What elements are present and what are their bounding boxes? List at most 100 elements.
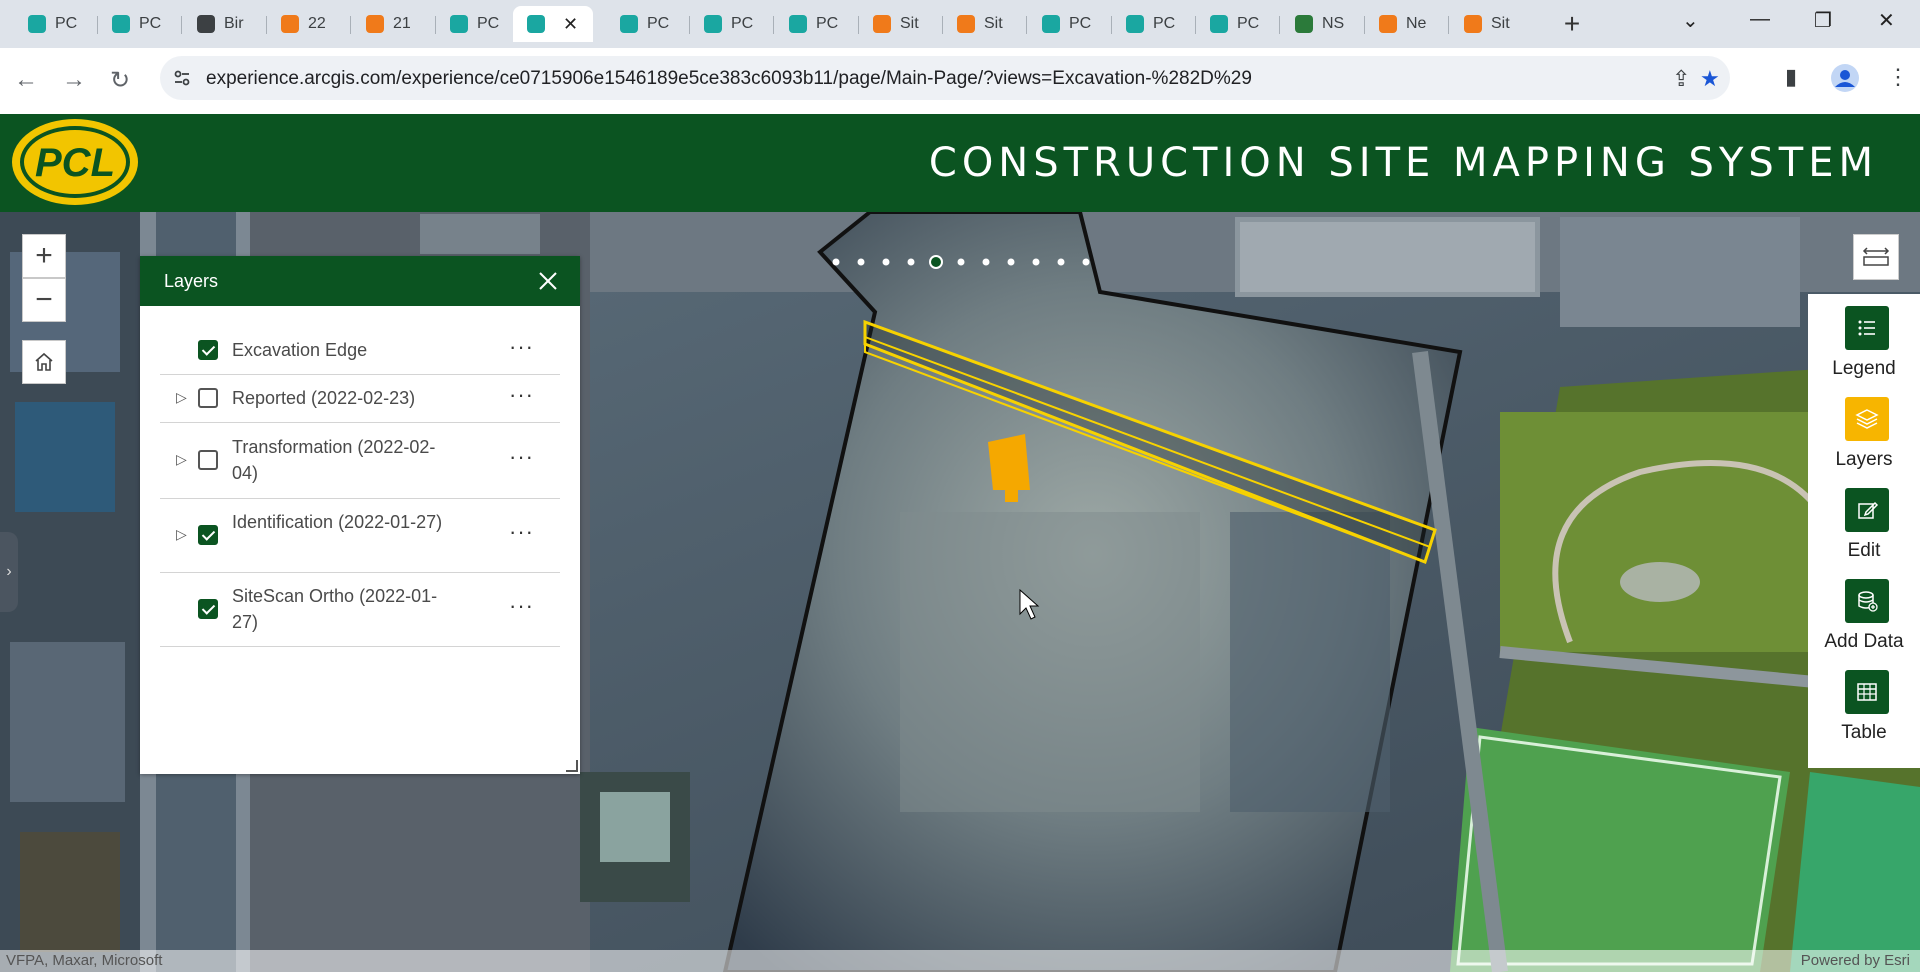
widget-legend-button[interactable]: Legend xyxy=(1808,306,1920,398)
edit-icon xyxy=(1845,488,1889,532)
restore-icon[interactable]: ❐ xyxy=(1814,8,1832,33)
layer-visibility-checkbox[interactable] xyxy=(198,388,218,408)
minimize-icon[interactable]: — xyxy=(1750,8,1770,31)
tab-title: PC xyxy=(1069,15,1091,32)
layer-name: Transformation (2022-02-04) xyxy=(232,437,436,483)
layer-options-icon[interactable]: ··· xyxy=(509,444,534,470)
map-view[interactable]: + − › Layers Excavation Edge ··· ▷ Reported… xyxy=(0,212,1920,972)
browser-tab[interactable]: PC xyxy=(436,6,512,42)
tab-separator xyxy=(773,16,774,34)
layer-visibility-checkbox[interactable] xyxy=(198,599,218,619)
tab-title: Ne xyxy=(1406,15,1427,32)
layer-item[interactable]: ▷ Transformation (2022-02-04) ··· xyxy=(160,422,560,499)
widget-add-data-button[interactable]: Add Data xyxy=(1808,579,1920,671)
browser-tab[interactable]: ✕ xyxy=(513,6,593,42)
widget-layers-button[interactable]: Layers xyxy=(1808,397,1920,489)
reload-icon[interactable]: ↻ xyxy=(110,66,130,95)
browser-tab[interactable]: Sit xyxy=(1450,6,1526,42)
browser-tab[interactable]: PC xyxy=(775,6,851,42)
tab-title: PC xyxy=(731,15,753,32)
browser-tab[interactable]: Sit xyxy=(943,6,1019,42)
tab-search-icon[interactable]: ⌄ xyxy=(1682,8,1699,33)
powered-by-text[interactable]: Powered by Esri xyxy=(1801,952,1910,969)
layer-visibility-checkbox[interactable] xyxy=(198,450,218,470)
tab-title: PC xyxy=(1153,15,1175,32)
layer-options-icon[interactable]: ··· xyxy=(509,593,534,619)
sitescan-icon xyxy=(281,15,299,33)
browser-tab[interactable]: NS xyxy=(1281,6,1357,42)
zoom-in-button[interactable]: + xyxy=(22,234,66,278)
browser-tab[interactable]: PC xyxy=(1028,6,1104,42)
back-icon[interactable]: ← xyxy=(14,66,38,94)
attribution-text: VFPA, Maxar, Microsoft xyxy=(6,952,163,969)
zoom-out-button[interactable]: − xyxy=(22,278,66,322)
pcl-logo[interactable]: PCL xyxy=(10,117,140,207)
widget-controller: Legend Layers Edit Add Data Table xyxy=(1808,294,1920,768)
browser-tab[interactable]: Ne xyxy=(1365,6,1441,42)
url-text[interactable]: experience.arcgis.com/experience/ce07159… xyxy=(206,68,1252,90)
menu-kebab-icon[interactable]: ⋮ xyxy=(1887,64,1909,90)
browser-tab[interactable]: PC xyxy=(1196,6,1272,42)
browser-tab[interactable]: 22 xyxy=(267,6,343,42)
tab-title: Sit xyxy=(984,15,1003,32)
browser-tab[interactable]: Sit xyxy=(859,6,935,42)
shield-icon xyxy=(704,15,722,33)
home-button[interactable] xyxy=(22,340,66,384)
browser-tab[interactable]: PC xyxy=(606,6,682,42)
new-tab-button[interactable]: + xyxy=(1555,10,1589,40)
bookmark-star-icon[interactable]: ★ xyxy=(1700,66,1720,92)
tab-separator xyxy=(1448,16,1449,34)
sitescan-icon xyxy=(873,15,891,33)
browser-tab[interactable]: PC xyxy=(14,6,90,42)
widget-edit-button[interactable]: Edit xyxy=(1808,488,1920,580)
shield-icon xyxy=(527,15,545,33)
tab-title: PC xyxy=(816,15,838,32)
site-info-icon[interactable] xyxy=(172,68,192,88)
close-window-icon[interactable]: ✕ xyxy=(1878,8,1895,33)
shield-icon xyxy=(28,15,46,33)
tab-title: Bir xyxy=(224,15,244,32)
profile-avatar-icon[interactable] xyxy=(1830,63,1860,93)
layer-item[interactable]: Excavation Edge ··· xyxy=(160,326,560,375)
widget-table-button[interactable]: Table xyxy=(1808,670,1920,762)
widget-label: Add Data xyxy=(1824,631,1904,652)
share-icon[interactable]: ⇪ xyxy=(1672,66,1690,92)
layer-item[interactable]: SiteScan Ortho (2022-01-27) ··· xyxy=(160,572,560,647)
layer-options-icon[interactable]: ··· xyxy=(509,334,534,360)
tab-title: Sit xyxy=(900,15,919,32)
forward-icon[interactable]: → xyxy=(62,66,86,94)
widget-label: Legend xyxy=(1832,358,1896,379)
browser-tab[interactable]: PC xyxy=(98,6,174,42)
side-panel-expand-handle[interactable]: › xyxy=(0,532,18,612)
layer-options-icon[interactable]: ··· xyxy=(509,382,534,408)
close-icon[interactable] xyxy=(536,269,560,293)
layer-item[interactable]: ▷ Reported (2022-02-23) ··· xyxy=(160,374,560,423)
measure-button[interactable] xyxy=(1853,234,1899,280)
layer-options-icon[interactable]: ··· xyxy=(509,519,534,545)
tab-title: 22 xyxy=(308,15,326,32)
browser-tab[interactable]: PC xyxy=(690,6,766,42)
news-icon xyxy=(1379,15,1397,33)
resize-handle[interactable] xyxy=(566,760,578,772)
shield-icon xyxy=(112,15,130,33)
app-header: PCL CONSTRUCTION SITE MAPPING SYSTEM xyxy=(0,114,1920,212)
browser-tab[interactable]: Bir xyxy=(183,6,259,42)
layer-visibility-checkbox[interactable] xyxy=(198,525,218,545)
layers-panel-header: Layers xyxy=(140,256,580,306)
shield-icon xyxy=(1126,15,1144,33)
expand-chevron-icon[interactable]: ▷ xyxy=(176,451,187,468)
layer-item[interactable]: ▷ Identification (2022-01-27) ··· xyxy=(160,498,560,573)
layer-name: SiteScan Ortho (2022-01-27) xyxy=(232,586,438,632)
tab-title: Sit xyxy=(1491,15,1510,32)
layer-visibility-checkbox[interactable] xyxy=(198,340,218,360)
widget-label: Edit xyxy=(1847,540,1881,561)
address-bar[interactable]: experience.arcgis.com/experience/ce07159… xyxy=(160,56,1730,100)
expand-chevron-icon[interactable]: ▷ xyxy=(176,389,187,406)
browser-tab[interactable]: 21 xyxy=(352,6,428,42)
expand-chevron-icon[interactable]: ▷ xyxy=(176,526,187,543)
close-tab-icon[interactable]: ✕ xyxy=(563,14,578,35)
side-panel-icon[interactable]: ▮ xyxy=(1785,64,1797,90)
tab-separator xyxy=(350,16,351,34)
browser-tab[interactable]: PC xyxy=(1112,6,1188,42)
tab-separator xyxy=(181,16,182,34)
